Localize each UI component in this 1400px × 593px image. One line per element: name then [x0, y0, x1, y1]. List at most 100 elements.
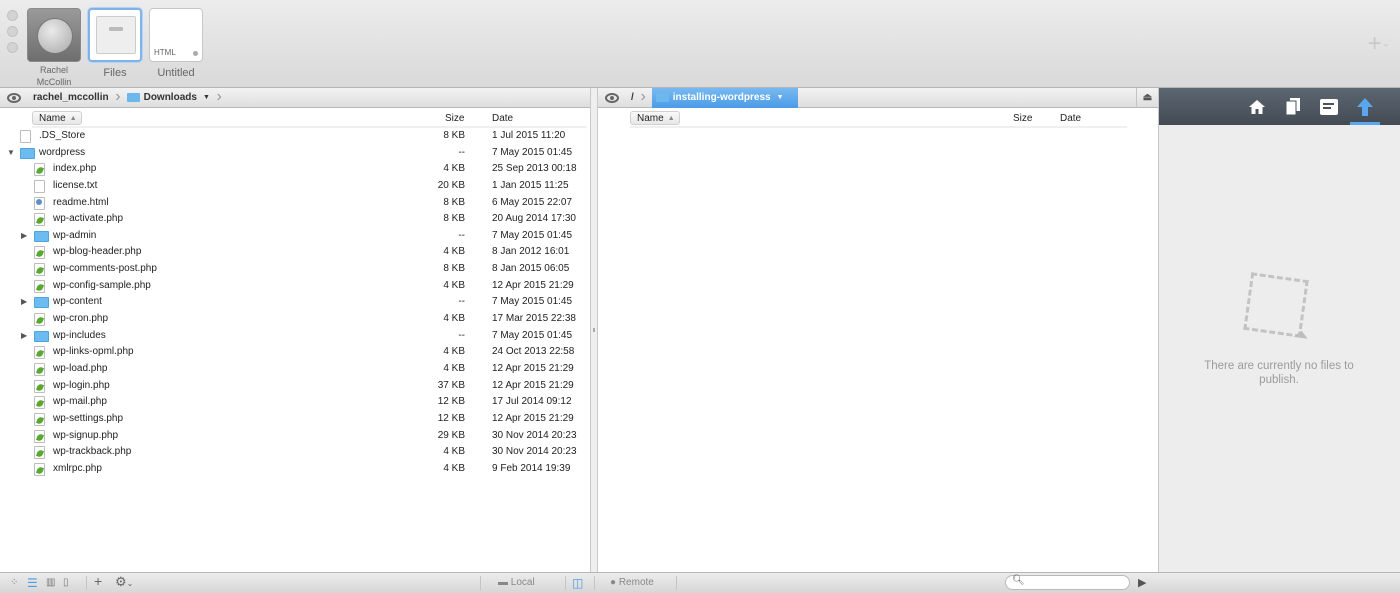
breadcrumb-rachel-mccollin[interactable]: rachel_mccollin [29, 87, 123, 108]
size-column-header[interactable]: Size [445, 113, 464, 124]
file-size: 29 KB [437, 429, 465, 441]
split-view-button[interactable]: ◫ [572, 576, 583, 590]
disclosure-collapsed-icon[interactable]: ▶ [21, 228, 27, 245]
file-row[interactable]: wp-blog-header.php 4 KB 8 Jan 2012 16:01 [0, 244, 590, 261]
add-site-button[interactable]: +⌄ [1368, 32, 1390, 56]
breadcrumb-label: / [631, 91, 634, 103]
breadcrumb-installing-wordpress[interactable]: installing-wordpress ▼ [651, 87, 798, 108]
globe-icon [27, 8, 81, 62]
log-icon[interactable] [1318, 96, 1340, 118]
file-size: 20 KB [437, 179, 465, 191]
file-size: 4 KB [443, 362, 465, 374]
sort-ascending-icon: ▲ [69, 114, 77, 122]
list-view-button[interactable]: ☰ [27, 576, 38, 590]
file-row[interactable]: wp-settings.php 12 KB 12 Apr 2015 21:29 [0, 411, 590, 428]
eye-icon[interactable] [605, 92, 619, 103]
site-toolbar: Rachel McCollin Files HTML Untitled +⌄ [0, 0, 1400, 88]
globe-icon: ● [610, 577, 617, 588]
file-name: wp-cron.php [53, 313, 109, 325]
file-size: 4 KB [443, 163, 465, 175]
php-file-icon [34, 263, 45, 277]
file-size: 12 KB [437, 412, 465, 424]
file-name: wp-content [53, 296, 102, 308]
folder-icon [34, 330, 49, 342]
file-row[interactable]: wp-login.php 37 KB 12 Apr 2015 21:29 [0, 378, 590, 395]
file-row[interactable]: xmlrpc.php 4 KB 9 Feb 2014 19:39 [0, 461, 590, 478]
file-date: 7 May 2015 01:45 [492, 329, 573, 341]
search-input[interactable]: 🔍︎ [1005, 575, 1130, 590]
disclosure-collapsed-icon[interactable]: ▶ [21, 328, 27, 345]
file-row[interactable]: license.txt 20 KB 1 Jan 2015 11:25 [0, 178, 590, 195]
name-column-header[interactable]: Name ▲ [32, 111, 82, 125]
icon-view-button[interactable]: ⁘ [10, 576, 18, 590]
coverflow-view-button[interactable]: ▯ [63, 576, 69, 590]
file-row[interactable]: wp-trackback.php 4 KB 30 Nov 2014 20:23 [0, 444, 590, 461]
file-row[interactable]: wp-config-sample.php 4 KB 12 Apr 2015 21:2… [0, 278, 590, 295]
file-row[interactable]: index.php 4 KB 25 Sep 2013 00:18 [0, 161, 590, 178]
pane-splitter[interactable] [590, 88, 598, 572]
php-file-icon [34, 246, 45, 260]
file-row[interactable]: wp-cron.php 4 KB 17 Mar 2015 22:38 [0, 311, 590, 328]
file-row[interactable]: .DS_Store 8 KB 1 Jul 2015 11:20 [0, 128, 590, 145]
file-size: 4 KB [443, 346, 465, 358]
file-row[interactable]: wp-load.php 4 KB 12 Apr 2015 21:29 [0, 361, 590, 378]
file-size: 4 KB [443, 462, 465, 474]
file-cabinet-icon [88, 8, 142, 62]
php-file-icon [34, 396, 45, 410]
file-row[interactable]: wp-activate.php 8 KB 20 Aug 2014 17:30 [0, 211, 590, 228]
file-size: 4 KB [443, 446, 465, 458]
file-row[interactable]: ▼ wordpress -- 7 May 2015 01:45 [0, 145, 590, 162]
eye-icon[interactable] [7, 92, 21, 103]
file-row[interactable]: ▶ wp-content -- 7 May 2015 01:45 [0, 294, 590, 311]
file-row[interactable]: wp-links-opml.php 4 KB 24 Oct 2013 22:58 [0, 344, 590, 361]
eject-button[interactable]: ⏏ [1136, 87, 1158, 108]
gear-icon[interactable]: ⚙⌄ [115, 575, 133, 589]
local-toggle[interactable]: ▬ Local [498, 576, 535, 590]
php-file-icon [34, 213, 45, 227]
disclosure-collapsed-icon[interactable]: ▶ [21, 294, 27, 311]
folder-icon [34, 297, 49, 309]
file-row[interactable]: wp-mail.php 12 KB 17 Jul 2014 09:12 [0, 394, 590, 411]
file-name: wp-config-sample.php [53, 279, 151, 291]
file-row[interactable]: wp-signup.php 29 KB 30 Nov 2014 20:23 [0, 428, 590, 445]
column-label: Name [637, 112, 664, 124]
home-icon[interactable] [1246, 96, 1268, 118]
site-tile-rachel[interactable]: Rachel McCollin [26, 8, 82, 88]
file-size: 37 KB [437, 379, 465, 391]
php-file-icon [34, 412, 45, 426]
search-icon: 🔍︎ [1012, 575, 1025, 586]
size-column-header[interactable]: Size [1013, 113, 1032, 124]
file-date: 20 Aug 2014 17:30 [492, 213, 576, 225]
file-icon [20, 130, 31, 143]
no-files-message: There are currently no files to publish. [1204, 360, 1354, 386]
file-icon [34, 179, 45, 193]
file-name: wp-signup.php [53, 429, 119, 441]
zoom-window-button[interactable] [7, 42, 18, 53]
documents-icon[interactable] [1282, 96, 1304, 118]
name-column-header[interactable]: Name ▲ [630, 111, 680, 125]
breadcrumb-root[interactable]: / [627, 87, 648, 108]
chevron-down-icon: ⌄ [1381, 38, 1390, 50]
file-date: 30 Nov 2014 20:23 [492, 429, 577, 441]
site-tile-files[interactable]: Files [87, 8, 143, 88]
publish-arrow-icon[interactable] [1350, 96, 1380, 125]
site-tile-untitled[interactable]: HTML Untitled [148, 8, 204, 88]
file-row[interactable]: wp-comments-post.php 8 KB 8 Jan 2015 06:05 [0, 261, 590, 278]
toggle-sidebar-button[interactable]: ▶︎ [1138, 576, 1146, 590]
column-view-button[interactable]: ▥ [46, 576, 55, 590]
file-name: .DS_Store [39, 130, 86, 141]
file-size: 8 KB [443, 130, 465, 141]
file-row[interactable]: readme.html 8 KB 6 May 2015 22:07 [0, 195, 590, 212]
file-row[interactable]: ▶ wp-admin -- 7 May 2015 01:45 [0, 228, 590, 245]
file-row[interactable]: ▶ wp-includes -- 7 May 2015 01:45 [0, 328, 590, 345]
remote-toggle[interactable]: ● Remote [610, 576, 654, 590]
date-column-header[interactable]: Date [492, 113, 513, 124]
date-column-header[interactable]: Date [1060, 113, 1081, 124]
close-window-button[interactable] [7, 10, 18, 21]
breadcrumb-downloads[interactable]: Downloads ▼ [123, 87, 224, 108]
disclosure-expanded-icon[interactable]: ▼ [7, 145, 15, 162]
add-button[interactable]: + [94, 574, 102, 588]
minimize-window-button[interactable] [7, 26, 18, 37]
file-size: -- [458, 146, 465, 158]
file-date: 24 Oct 2013 22:58 [492, 346, 575, 358]
